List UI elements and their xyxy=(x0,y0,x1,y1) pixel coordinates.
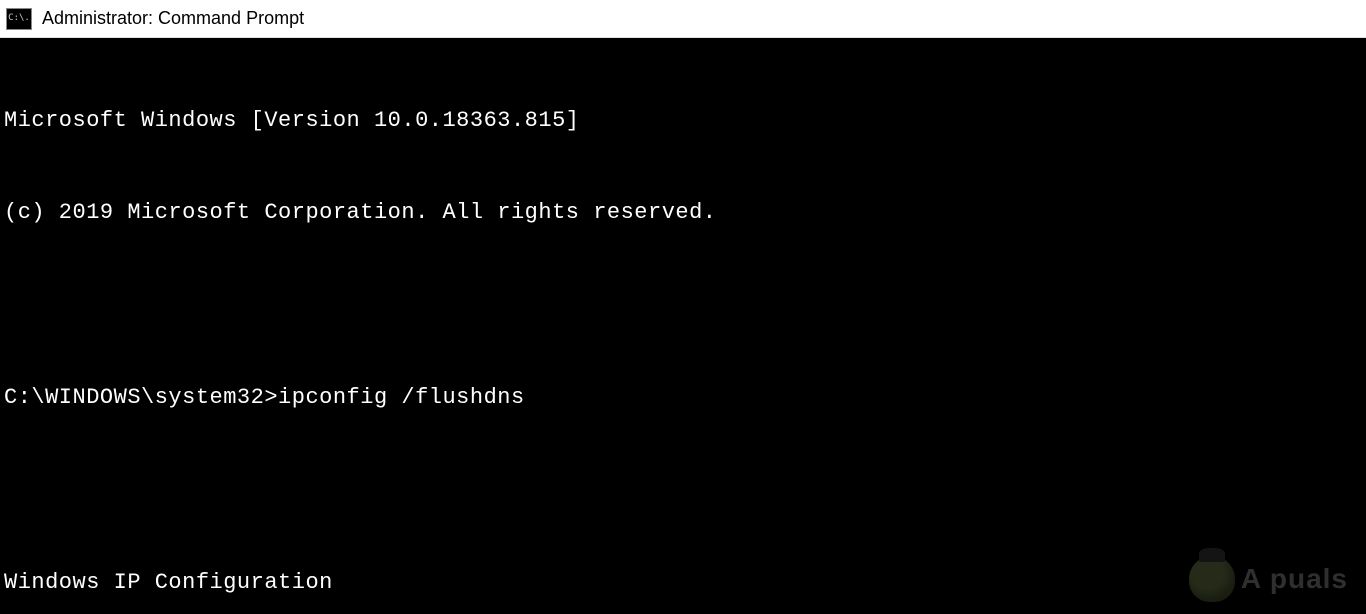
title-bar[interactable]: C:\. Administrator: Command Prompt xyxy=(0,0,1366,38)
watermark-logo-icon xyxy=(1189,556,1235,602)
window-title: Administrator: Command Prompt xyxy=(42,8,304,29)
terminal-area[interactable]: Microsoft Windows [Version 10.0.18363.81… xyxy=(0,38,1366,614)
terminal-line xyxy=(4,290,1362,321)
terminal-line: Microsoft Windows [Version 10.0.18363.81… xyxy=(4,106,1362,137)
terminal-line: C:\WINDOWS\system32>ipconfig /flushdns xyxy=(4,383,1362,414)
watermark: A puals xyxy=(1189,556,1348,602)
terminal-line: (c) 2019 Microsoft Corporation. All righ… xyxy=(4,198,1362,229)
terminal-line: Windows IP Configuration xyxy=(4,568,1362,599)
watermark-text: A puals xyxy=(1241,563,1348,595)
terminal-line xyxy=(4,475,1362,506)
cmd-icon: C:\. xyxy=(6,8,32,30)
